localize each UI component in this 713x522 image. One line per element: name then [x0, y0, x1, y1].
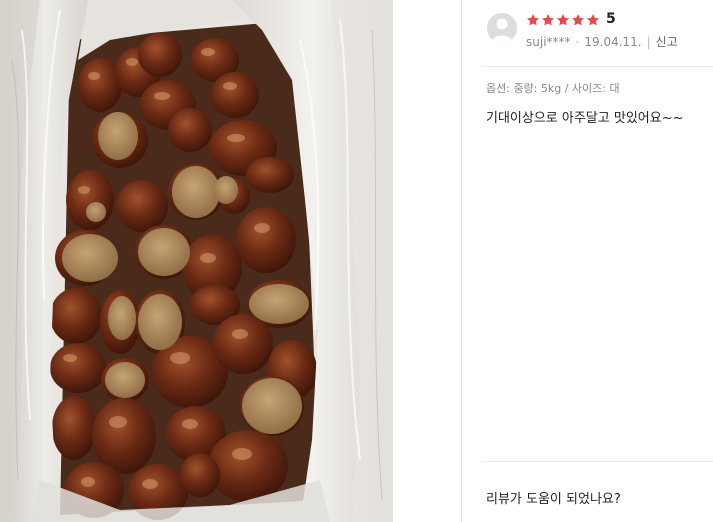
star-icon	[572, 14, 584, 26]
reviewer-id: suji****	[526, 34, 571, 49]
purchase-options: 옵션: 중량: 5kg / 사이즈: 대	[486, 82, 620, 95]
meta-separator: ·	[575, 34, 580, 49]
star-icon	[527, 14, 539, 26]
review-panel: 5 suji**** · 19.04.11. | 신고 옵션: 중량: 5kg …	[462, 0, 713, 522]
review-date: 19.04.11.	[584, 34, 642, 49]
chestnuts-photo-image	[0, 0, 393, 522]
report-link[interactable]: 신고	[656, 33, 678, 50]
review-photo[interactable]	[0, 0, 393, 522]
helpful-question: 리뷰가 도움이 되었나요?	[486, 492, 621, 507]
rating-value: 5	[606, 11, 616, 27]
header-divider	[482, 66, 713, 67]
review-meta: suji**** · 19.04.11. | 신고	[526, 33, 678, 50]
star-icon	[542, 14, 554, 26]
star-rating	[526, 10, 601, 30]
review-body: 기대이상으로 아주달고 맛있어요~~	[486, 111, 684, 126]
star-icon	[557, 14, 569, 26]
photo-review-gap	[393, 0, 461, 522]
user-avatar-icon[interactable]	[487, 13, 517, 43]
meta-divider: |	[646, 34, 651, 49]
footer-divider	[482, 461, 713, 462]
star-icon	[587, 14, 599, 26]
